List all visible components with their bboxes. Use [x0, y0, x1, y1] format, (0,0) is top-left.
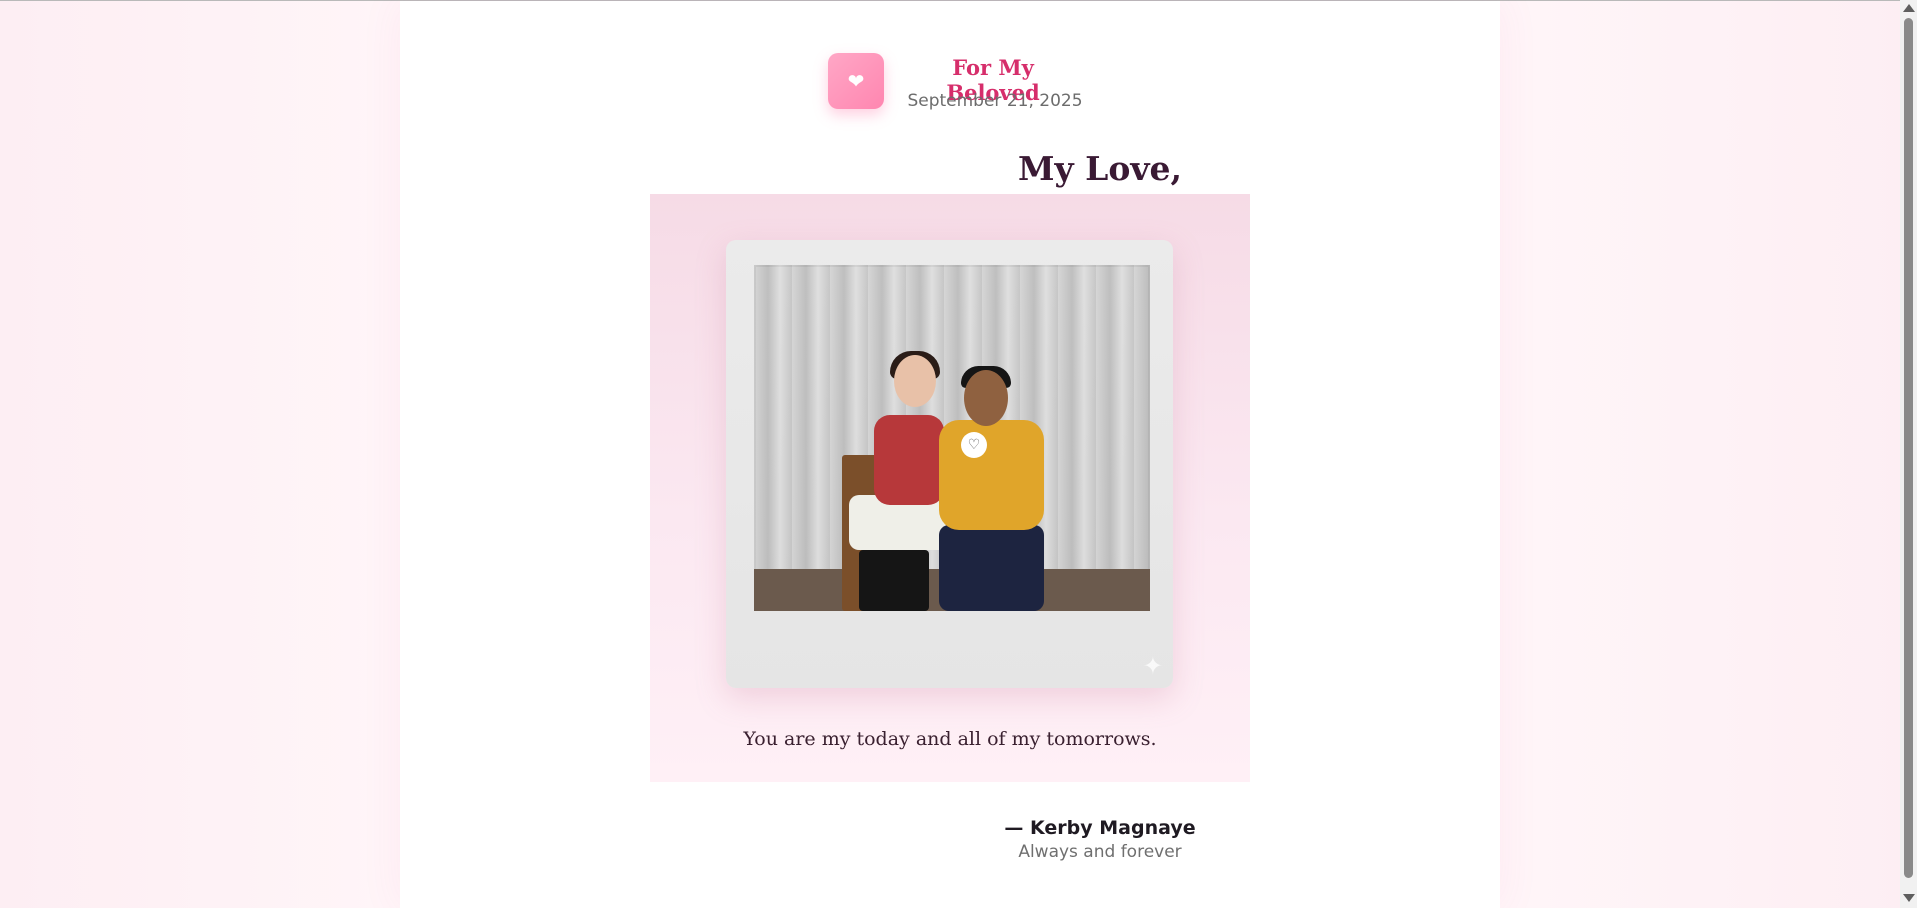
couple-photo: ♡ [754, 265, 1150, 611]
person-right-jacket [939, 420, 1044, 530]
salutation: My Love, [1017, 149, 1183, 188]
person-left-top [874, 415, 944, 505]
scroll-up-arrow-icon[interactable] [1903, 4, 1915, 12]
heart-icon: ❤ [847, 69, 865, 93]
signature-name: — Kerby Magnaye [1004, 817, 1196, 839]
person-left-legs [859, 550, 929, 611]
sparkle-icon: ✦ [1142, 652, 1163, 680]
scrollbar-thumb[interactable] [1904, 18, 1913, 878]
letter-header: ❤ For My Beloved September 21, 2025 [828, 53, 1083, 113]
letter-card: ❤ For My Beloved September 21, 2025 My L… [400, 1, 1500, 908]
vertical-scrollbar[interactable] [1900, 0, 1917, 908]
signature-closing: Always and forever [1018, 842, 1182, 862]
person-right-legs [939, 525, 1044, 611]
person-left-face [894, 355, 936, 407]
letter-date: September 21, 2025 [907, 91, 1083, 111]
heart-sign-icon: ♡ [961, 432, 987, 458]
photo-caption: You are my today and all of my tomorrows… [743, 728, 1157, 750]
person-right-face [964, 370, 1008, 426]
photo-panel: ♡ ✦ You are my today and all of my tomor… [650, 194, 1250, 782]
scroll-down-arrow-icon[interactable] [1903, 894, 1915, 902]
polaroid-frame: ♡ ✦ [726, 240, 1173, 688]
heart-badge: ❤ [828, 53, 884, 109]
